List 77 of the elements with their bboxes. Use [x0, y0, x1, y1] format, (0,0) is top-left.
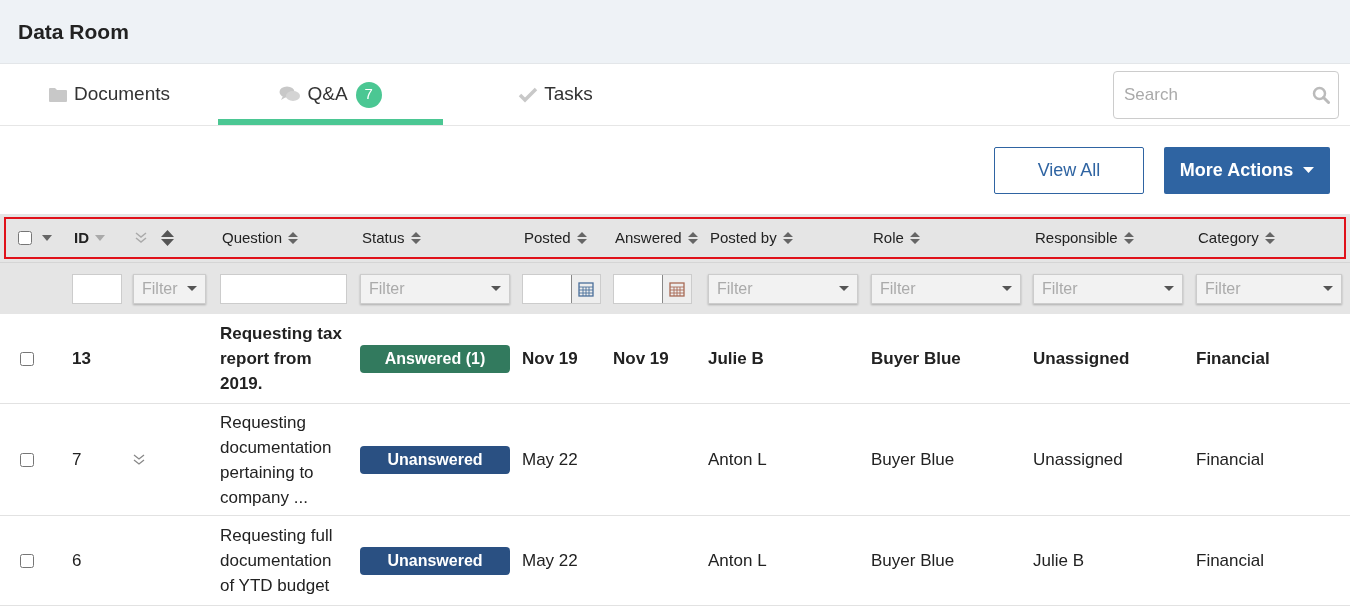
responsible-name: Julie B [1033, 549, 1085, 572]
caret-icon [1164, 286, 1174, 291]
column-header[interactable]: Posted [524, 226, 571, 250]
view-all-button[interactable]: View All [994, 146, 1144, 194]
role-name: Buyer Blue [871, 549, 955, 572]
sort-icon [782, 231, 793, 245]
role-name: Buyer Blue [871, 448, 955, 471]
filter-field[interactable] [220, 273, 347, 304]
caret-icon [1002, 286, 1012, 291]
checkmark-icon [518, 86, 539, 103]
caret-icon [491, 286, 501, 291]
count-badge: 7 [355, 81, 382, 108]
more-actions-button[interactable]: More Actions [1164, 146, 1330, 194]
posted-date: May 22 [522, 448, 578, 471]
filter-field[interactable] [72, 273, 122, 304]
column-header[interactable]: Question [222, 226, 283, 250]
tab[interactable]: Q&A 7 [218, 64, 443, 125]
calendar-icon [578, 280, 594, 297]
category-name: Financial [1196, 347, 1270, 370]
row-checkbox[interactable] [20, 452, 34, 467]
calendar-icon [669, 280, 685, 297]
calendar-button[interactable] [571, 274, 600, 303]
column-header[interactable]: Role [873, 226, 904, 250]
responsible-name: Unassigned [1033, 448, 1123, 471]
column-header[interactable]: ID [74, 226, 89, 250]
row-checkbox[interactable] [20, 351, 34, 366]
column-header[interactable]: Category [1198, 226, 1259, 250]
search-icon [1312, 85, 1330, 104]
column-header[interactable]: Answered [615, 226, 682, 250]
sort-icon [410, 231, 421, 245]
calendar-button[interactable] [662, 274, 691, 303]
sort-icon [1123, 231, 1134, 245]
caret-icon [1303, 167, 1315, 173]
status-badge: Unanswered [360, 546, 510, 575]
sort-icon [1264, 231, 1275, 245]
column-header[interactable]: Responsible [1035, 226, 1118, 250]
column-header[interactable]: Status [362, 226, 405, 250]
posted-by-name: Anton L [708, 549, 767, 572]
category-name: Financial [1196, 549, 1265, 572]
status-badge: Answered (1) [360, 344, 510, 373]
posted-by-name: Julie B [708, 347, 764, 370]
category-name: Financial [1196, 448, 1265, 471]
status-badge: Unanswered [360, 445, 510, 474]
column-header[interactable]: Posted by [710, 226, 777, 250]
answered-date: Nov 19 [613, 347, 669, 370]
id-cell-text: 13 [72, 347, 91, 370]
question-text: Requesting tax report from 2019. [220, 323, 343, 395]
page-title: Data Room [18, 18, 129, 45]
sort-icon [687, 231, 698, 245]
caret-icon[interactable] [42, 235, 52, 241]
double-chevron-icon[interactable] [135, 232, 147, 244]
folder-icon [47, 86, 68, 103]
question-text: Requesting documentation pertaining to company ... [220, 411, 333, 509]
search-field[interactable]: Search [1113, 70, 1339, 119]
caret-icon [839, 286, 849, 291]
caret-icon [187, 286, 197, 291]
question-text: Requesting full documentation of YTD budget [220, 525, 334, 597]
sort-icon [576, 231, 587, 245]
posted-date: Nov 19 [522, 347, 578, 370]
posted-date: May 22 [522, 549, 578, 572]
sort-icon [288, 231, 299, 245]
id-cell-text: 6 [72, 549, 82, 572]
date-field[interactable] [613, 273, 692, 304]
tab[interactable]: Tasks [443, 64, 668, 125]
responsible-name: Unassigned [1033, 347, 1130, 370]
speech-bubbles-icon [279, 86, 302, 103]
sort-icon [909, 231, 920, 245]
sort-icon[interactable] [161, 229, 174, 247]
posted-by-name: Anton L [708, 448, 767, 471]
date-field[interactable] [522, 273, 601, 304]
double-chevron-icon[interactable] [133, 453, 145, 466]
row-checkbox[interactable] [20, 553, 34, 568]
role-name: Buyer Blue [871, 347, 961, 370]
caret-icon [1323, 286, 1333, 291]
select-all-checkbox[interactable] [18, 231, 32, 245]
id-cell-text: 7 [72, 448, 82, 471]
tab[interactable]: Documents [0, 64, 218, 125]
